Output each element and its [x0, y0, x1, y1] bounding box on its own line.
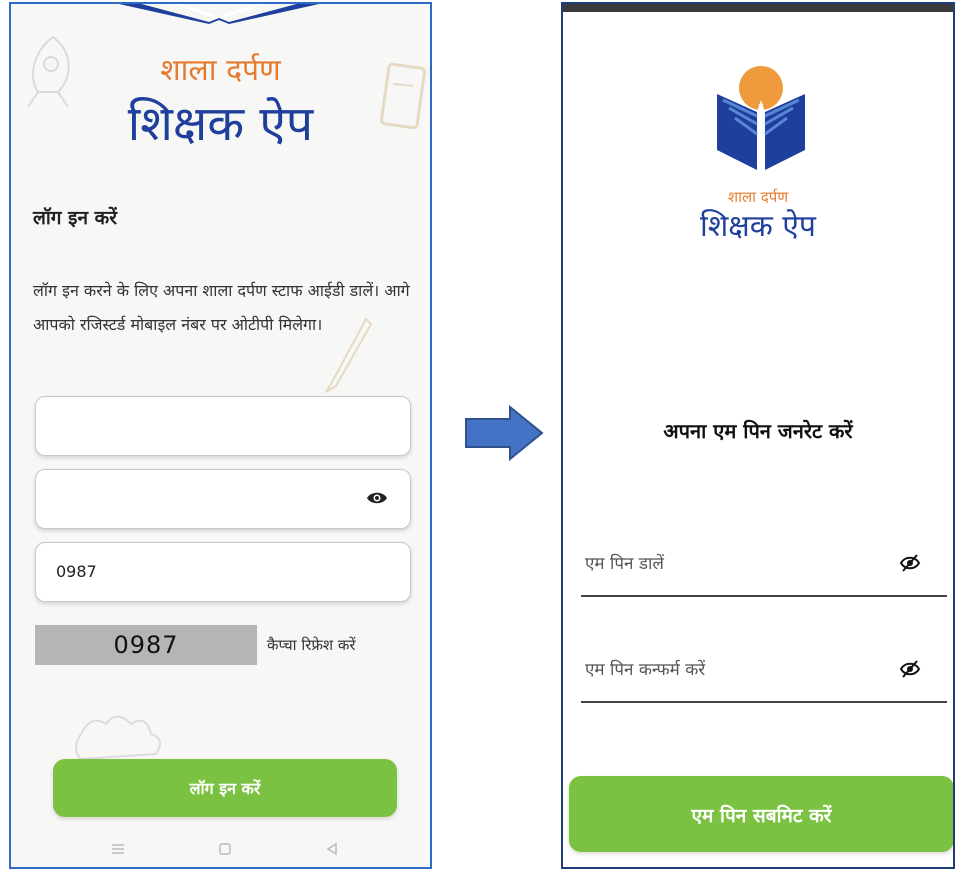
mpin-screen: शाला दर्पण शिक्षक ऐप अपना एम पिन जनरेट क…: [561, 2, 955, 869]
captcha-code: 0987: [113, 631, 179, 659]
mpin-input[interactable]: एम पिन डालें: [581, 547, 947, 597]
book-logo-icon: [119, 4, 319, 24]
book-logo-icon: [717, 66, 805, 170]
status-bar: [563, 4, 953, 12]
menu-nav-icon[interactable]: [111, 842, 125, 856]
mpin-confirm-input[interactable]: एम पिन कन्फर्म करें: [581, 653, 947, 703]
logo-shala-text: शाला दर्पण: [160, 53, 281, 88]
captcha-input[interactable]: 0987: [35, 542, 411, 602]
logo-app-title: शिक्षक ऐप: [127, 96, 314, 152]
eye-icon[interactable]: [366, 490, 388, 506]
home-nav-icon[interactable]: [218, 842, 232, 856]
captcha-refresh-link[interactable]: कैप्चा रिफ्रेश करें: [267, 635, 356, 655]
mpin-placeholder: एम पिन डालें: [585, 554, 664, 574]
right-arrow-icon: [465, 405, 544, 461]
puzzle-doodle-icon: [75, 715, 161, 761]
mpin-submit-label: एम पिन सबमिट करें: [691, 805, 832, 827]
eye-off-icon[interactable]: [899, 553, 921, 573]
login-button[interactable]: लॉग इन करें: [53, 759, 397, 817]
captcha-input-value: 0987: [56, 562, 97, 581]
logo-app-title: शिक्षक ऐप: [700, 209, 816, 244]
login-screen: शाला दर्पण शिक्षक ऐप लॉग इन करें लॉग इन …: [9, 2, 432, 869]
password-input[interactable]: [35, 469, 411, 529]
staff-id-input[interactable]: [35, 396, 411, 456]
back-nav-icon[interactable]: [325, 842, 339, 856]
mpin-confirm-placeholder: एम पिन कन्फर्म करें: [585, 660, 706, 680]
mpin-title: अपना एम पिन जनरेट करें: [663, 419, 853, 443]
login-button-label: लॉग इन करें: [189, 779, 261, 798]
login-heading: लॉग इन करें: [33, 207, 117, 229]
eye-off-icon[interactable]: [899, 659, 921, 679]
captcha-image: 0987: [35, 625, 257, 665]
login-description: लॉग इन करने के लिए अपना शाला दर्पण स्टाफ…: [33, 281, 410, 334]
mpin-submit-button[interactable]: एम पिन सबमिट करें: [569, 776, 953, 852]
